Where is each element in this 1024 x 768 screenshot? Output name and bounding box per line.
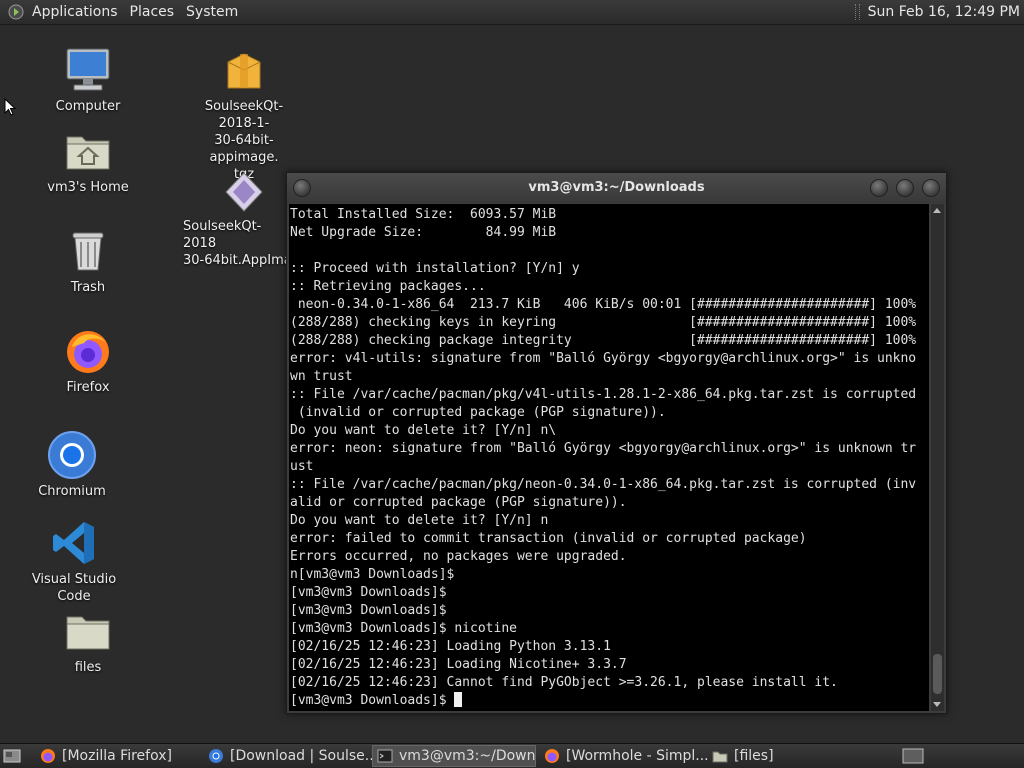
desktop-icon-label: Firefox [66,380,110,395]
terminal-line: (288/288) checking keys in keyring [####… [290,315,917,330]
menu-places[interactable]: Places [124,0,181,24]
terminal-line: Errors occurred, no packages were upgrad… [290,549,627,564]
appimage-icon [225,172,263,212]
terminal-line: n[vm3@vm3 Downloads]$ [290,567,455,582]
terminal-line: :: Proceed with installation? [Y/n] y [290,261,580,276]
scroll-down-arrow-icon[interactable] [933,702,941,707]
desktop-icon-label-line: SoulseekQt-2018 [183,219,262,251]
desktop-icon-label-line: 30-64bit-appimage. [209,133,279,165]
terminal-prompt: [vm3@vm3 Downloads]$ [290,693,455,708]
maximize-button[interactable] [896,179,914,197]
terminal-line: Do you want to delete it? [Y/n] n\ [290,423,557,438]
terminal-line: alid or corrupted package (PGP signature… [290,495,627,510]
menu-system[interactable]: System [180,0,244,24]
desktop-icon-label: Trash [70,280,106,295]
chromium-icon [48,431,96,479]
menu-applications[interactable]: Applications [26,0,124,24]
desktop-icon-trash[interactable]: Trash [33,227,143,296]
workspace-switcher-icon[interactable] [902,748,924,764]
terminal-line: Do you want to delete it? [Y/n] n [290,513,549,528]
terminal-line: [vm3@vm3 Downloads]$ [290,585,447,600]
taskbar-button-label: [Download | Soulse... [230,748,372,764]
terminal-line: [02/16/25 12:46:23] Cannot find PyGObjec… [290,675,838,690]
desktop-icon-label: Computer [55,99,121,114]
firefox-icon [41,749,55,763]
terminal-line: error: failed to commit transaction (inv… [290,531,807,546]
window-menu-button[interactable] [293,179,311,197]
top-panel: Applications Places System Sun Feb 16, 1… [0,0,1024,25]
folder-icon [712,751,728,763]
panel-handle[interactable] [854,4,860,20]
terminal-icon [377,749,393,763]
firefox-icon [545,749,559,763]
terminal-line: (288/288) checking package integrity [##… [290,333,917,348]
desktop-icon-soulseek-tgz[interactable]: SoulseekQt-2018-1- 30-64bit-appimage. tg… [189,50,299,183]
taskbar-button[interactable]: vm3@vm3:~/Downl... [372,745,536,767]
terminal-line: :: Retrieving packages... [290,279,486,294]
terminal-line: [02/16/25 12:46:23] Loading Nicotine+ 3.… [290,657,627,672]
scroll-up-arrow-icon[interactable] [933,208,941,213]
taskbar-button-label: [Wormhole - Simpl... [566,748,708,764]
taskbar-button[interactable]: [files] [708,745,832,767]
desktop-icon-chromium[interactable]: Chromium [17,431,127,500]
taskbar-button[interactable]: [Wormhole - Simpl... [540,745,708,767]
terminal-line: [02/16/25 12:46:23] Loading Python 3.13.… [290,639,611,654]
terminal-line: Net Upgrade Size: 84.99 MiB [290,225,557,240]
terminal-window[interactable]: vm3@vm3:~/Downloads Total Installed Size… [286,172,947,714]
terminal-line: Total Installed Size: 6093.57 MiB [290,207,557,222]
desktop-icon-vscode[interactable]: Visual Studio Code [19,519,129,605]
taskbar-button-label: vm3@vm3:~/Downl... [399,748,536,764]
firefox-icon [67,331,109,373]
clock[interactable]: Sun Feb 16, 12:49 PM [868,4,1024,20]
desktop-icon-firefox[interactable]: Firefox [33,327,143,396]
terminal-line: (invalid or corrupted package (PGP signa… [290,405,666,420]
desktop-icon-label-line: SoulseekQt-2018-1- [204,99,284,131]
scrollbar-thumb[interactable] [933,654,942,694]
home-folder-icon [66,136,110,170]
window-titlebar[interactable]: vm3@vm3:~/Downloads [287,173,946,203]
window-title: vm3@vm3:~/Downloads [528,180,705,195]
terminal-scrollbar[interactable] [931,204,944,711]
terminal-output[interactable]: Total Installed Size: 6093.57 MiB Net Up… [289,204,929,711]
main-menu: Applications Places System [0,0,244,24]
terminal-line: neon-0.34.0-1-x86_64 213.7 KiB 406 KiB/s… [290,297,917,312]
desktop-icon-files[interactable]: files [33,607,143,676]
terminal-line: error: neon: signature from "Balló Györg… [290,441,917,456]
terminal-line: error: v4l-utils: signature from "Balló … [290,351,917,366]
taskbar-button-label: [files] [734,748,774,764]
taskbar-button-label: [Mozilla Firefox] [62,748,172,764]
desktop-icon-label: vm3's Home [47,180,129,195]
minimize-button[interactable] [870,179,888,197]
desktop-icon-label: files [74,660,102,675]
terminal-line: [vm3@vm3 Downloads]$ nicotine [290,621,517,636]
computer-icon [66,48,110,91]
bottom-panel: [Mozilla Firefox] [Download | Soulse... vm… [0,743,1024,768]
chromium-icon [209,749,223,763]
folder-icon [66,616,110,650]
desktop-icon-soulseek-appimage[interactable]: SoulseekQt-2018 30-64bit.AppIma [183,170,293,269]
close-button[interactable] [922,179,940,197]
terminal-line: [vm3@vm3 Downloads]$ [290,603,447,618]
mouse-pointer-icon [4,98,16,116]
show-desktop-icon[interactable] [3,748,21,764]
vscode-icon [53,522,94,564]
desktop-icon-home[interactable]: vm3's Home [33,127,143,196]
desktop-icon-label: Chromium [38,484,106,499]
taskbar-button[interactable]: [Download | Soulse... [204,745,372,767]
terminal-line: :: File /var/cache/pacman/pkg/v4l-utils-… [290,387,917,402]
terminal-line: :: File /var/cache/pacman/pkg/neon-0.34.… [290,477,917,492]
taskbar-button[interactable]: [Mozilla Firefox] [36,745,204,767]
trash-icon [72,232,104,271]
desktop-icon-label: Visual Studio Code [31,572,117,604]
desktop-icon-label-line: 30-64bit.AppIma [183,253,292,268]
clock-area: Sun Feb 16, 12:49 PM [854,0,1024,24]
terminal-line: wn trust [290,369,353,384]
desktop-icon-computer[interactable]: Computer [33,46,143,115]
archive-icon [227,53,261,89]
terminal-cursor [454,692,463,707]
terminal-line: ust [290,459,314,474]
applications-icon[interactable] [8,4,24,20]
